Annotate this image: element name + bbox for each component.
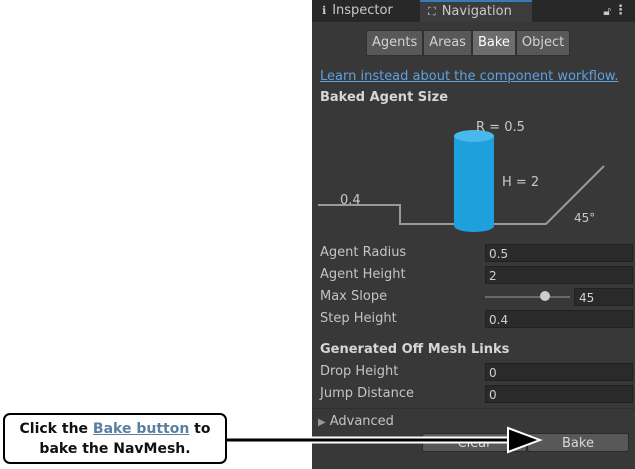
height-label: H = 2 <box>502 175 539 190</box>
agent-radius-label: Agent Radius <box>320 245 407 260</box>
navigation-icon: ⛶ <box>428 5 436 18</box>
mode-segmented-control: Agents Areas Bake Object <box>366 30 571 56</box>
agent-height-field[interactable]: 2 <box>485 266 633 284</box>
agent-size-diagram: R = 0.5 H = 2 0.4 45° <box>318 120 605 232</box>
bake-button[interactable]: Bake <box>527 433 629 452</box>
step-label: 0.4 <box>340 193 361 208</box>
max-slope-slider-track[interactable] <box>485 296 570 298</box>
callout-line2: bake the NavMesh. <box>39 441 191 457</box>
max-slope-label: Max Slope <box>320 289 388 304</box>
segment-areas[interactable]: Areas <box>423 30 472 56</box>
drop-height-label: Drop Height <box>320 364 399 379</box>
tab-inspector-label: Inspector <box>332 3 393 18</box>
callout-highlight: Bake button <box>92 421 190 437</box>
component-workflow-link[interactable]: Learn instead about the component workfl… <box>320 69 619 84</box>
agent-cylinder-body <box>454 136 494 226</box>
navigation-panel: ℹ Inspector ⛶ Navigation 🔓︎ ⋮ Agents Areas… <box>312 0 635 469</box>
lock-icon[interactable]: 🔓︎ <box>603 0 611 22</box>
info-icon: ℹ <box>322 4 327 17</box>
drop-height-field[interactable]: 0 <box>485 363 633 381</box>
max-slope-slider-thumb[interactable] <box>540 291 550 301</box>
tab-navigation-label: Navigation <box>441 4 512 19</box>
jump-distance-field[interactable]: 0 <box>485 385 633 403</box>
baked-agent-size-header: Baked Agent Size <box>320 90 449 105</box>
clear-button[interactable]: Clear <box>422 433 527 452</box>
radius-label: R = 0.5 <box>476 120 525 135</box>
triangle-right-icon: ▶ <box>318 417 326 428</box>
segment-agents[interactable]: Agents <box>366 30 424 56</box>
step-height-label: Step Height <box>320 311 397 326</box>
advanced-label: Advanced <box>329 414 394 429</box>
step-height-field[interactable]: 0.4 <box>485 310 633 328</box>
max-slope-field[interactable]: 45 <box>574 288 633 306</box>
agent-radius-field[interactable]: 0.5 <box>485 244 633 262</box>
advanced-foldout[interactable]: ▶ Advanced <box>318 414 394 429</box>
slope-label: 45° <box>574 211 595 225</box>
tab-inspector[interactable]: ℹ Inspector <box>312 0 420 22</box>
callout-text-before: Click the <box>19 421 89 437</box>
segment-bake[interactable]: Bake <box>471 30 516 56</box>
off-mesh-links-header: Generated Off Mesh Links <box>320 342 510 357</box>
segment-object[interactable]: Object <box>515 30 571 56</box>
tab-bar: ℹ Inspector ⛶ Navigation 🔓︎ ⋮ <box>312 0 635 22</box>
divider <box>312 408 635 409</box>
callout-text-after: to <box>194 421 211 437</box>
agent-height-label: Agent Height <box>320 267 406 282</box>
instruction-callout: Click the Bake button to bake the NavMes… <box>3 413 227 464</box>
tab-navigation[interactable]: ⛶ Navigation <box>420 0 532 22</box>
jump-distance-label: Jump Distance <box>320 386 414 401</box>
more-options-icon[interactable]: ⋮ <box>614 0 627 22</box>
